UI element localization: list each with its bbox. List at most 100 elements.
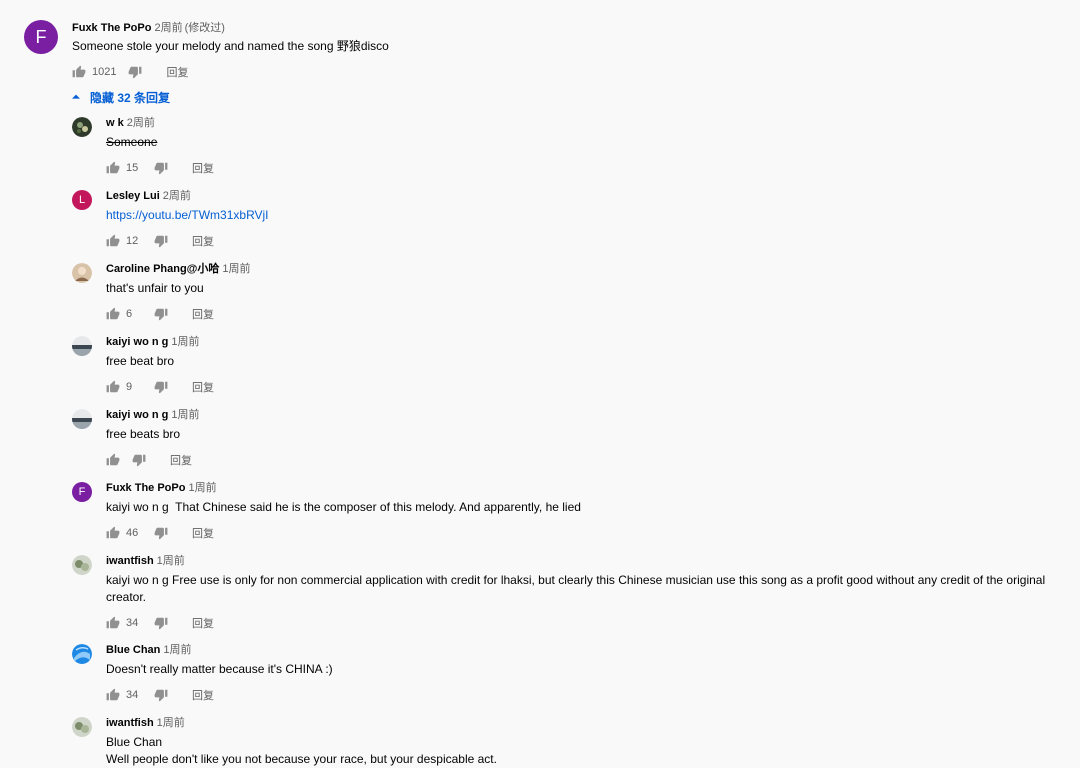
thumbs-up-icon[interactable]	[72, 65, 86, 79]
comment-body: iwantfish 1周前 kaiyi wo n g Free use is on…	[106, 553, 1056, 631]
caret-up-icon	[72, 94, 80, 99]
comment-author[interactable]: iwantfish	[106, 555, 154, 567]
like-count: 46	[126, 527, 139, 539]
reply-button[interactable]: 回复	[192, 687, 214, 703]
comment-author[interactable]: Fuxk The PoPo	[106, 482, 185, 494]
comment-actions: 15 回复	[106, 160, 1056, 176]
comment-body: w k 2周前 Someone 15 回复	[106, 115, 1056, 176]
comment-time[interactable]: 2周前	[163, 190, 191, 202]
comment-text: free beats bro	[106, 427, 181, 441]
reply-button[interactable]: 回复	[170, 452, 192, 468]
thumbs-down-icon[interactable]	[154, 616, 168, 630]
like-count: 34	[126, 617, 139, 629]
comment-actions: 回复	[106, 452, 1056, 468]
reply-button[interactable]: 回复	[192, 379, 214, 395]
thumbs-up-icon[interactable]	[106, 453, 120, 467]
thumbs-down-icon[interactable]	[128, 65, 142, 79]
comment-actions: 46 回复	[106, 525, 1056, 541]
comment-time[interactable]: 2周前	[127, 117, 155, 129]
comment-body: kaiyi wo n g 1周前 free beat bro 9 回复	[106, 334, 1056, 395]
comment-text-line: Blue Chan	[106, 735, 163, 749]
comment-time[interactable]: 1周前	[157, 717, 185, 729]
like-count: 15	[126, 162, 139, 174]
thumbs-up-icon[interactable]	[106, 380, 120, 394]
comment-author[interactable]: w k	[106, 117, 124, 129]
like-count: 6	[126, 308, 133, 320]
thumbs-up-icon[interactable]	[106, 688, 120, 702]
reply-button[interactable]: 回复	[192, 525, 214, 541]
comment-actions: 9 回复	[106, 379, 1056, 395]
thumbs-down-icon[interactable]	[154, 380, 168, 394]
comment-author[interactable]: Fuxk The PoPo	[72, 22, 151, 34]
comment-header: Lesley Lui 2周前	[106, 188, 1056, 204]
comment-time[interactable]: 1周前	[171, 409, 199, 421]
reply-button[interactable]: 回复	[192, 160, 214, 176]
hide-replies-label: 隐藏 32 条回复	[90, 90, 171, 105]
comment-text: kaiyi wo n g That Chinese said he is the…	[106, 500, 581, 514]
thumbs-up-icon[interactable]	[106, 616, 120, 630]
avatar[interactable]: L	[72, 190, 92, 210]
thumbs-down-icon[interactable]	[154, 688, 168, 702]
comment-text: Blue Chan Well people don't like you not…	[106, 734, 1056, 768]
avatar[interactable]	[72, 409, 92, 429]
comment-author[interactable]: Blue Chan	[106, 644, 160, 656]
comment-body: Lesley Lui 2周前 https://youtu.be/TWm31xbRV…	[106, 188, 1056, 249]
comment-text: Someone stole your melody and named the …	[72, 39, 389, 53]
comment-author[interactable]: Lesley Lui	[106, 190, 160, 202]
avatar[interactable]	[72, 644, 92, 664]
comment-body: Blue Chan 1周前 Doesn't really matter becau…	[106, 642, 1056, 703]
comment-header: Fuxk The PoPo 1周前	[106, 480, 1056, 496]
comment-header: w k 2周前	[106, 115, 1056, 131]
like-count: 9	[126, 381, 133, 393]
thumbs-up-icon[interactable]	[106, 234, 120, 248]
comment-text: Someone	[106, 135, 158, 149]
comment-text: Doesn't really matter because it's CHINA…	[106, 662, 333, 676]
comment-time[interactable]: 1周前	[188, 482, 216, 494]
comment-actions: 34 回复	[106, 687, 1056, 703]
comment-link[interactable]: https://youtu.be/TWm31xbRVjI	[106, 207, 1056, 224]
comment-text: kaiyi wo n g Free use is only for non co…	[106, 573, 1046, 604]
avatar[interactable]: F	[72, 482, 92, 502]
like-count: 34	[126, 689, 139, 701]
reply-button[interactable]: 回复	[192, 615, 214, 631]
comment-author[interactable]: iwantfish	[106, 717, 154, 729]
thumbs-down-icon[interactable]	[154, 526, 168, 540]
thumbs-up-icon[interactable]	[106, 307, 120, 321]
comment-time[interactable]: 1周前	[163, 644, 191, 656]
comment-header: iwantfish 1周前	[106, 715, 1056, 731]
avatar[interactable]: F	[24, 20, 58, 54]
comment-time[interactable]: 2周前	[154, 22, 182, 34]
thumbs-down-icon[interactable]	[132, 453, 146, 467]
thumbs-down-icon[interactable]	[154, 234, 168, 248]
thumbs-down-icon[interactable]	[154, 307, 168, 321]
comment-text-line: Well people don't like you not because y…	[106, 752, 497, 766]
avatar[interactable]	[72, 263, 92, 283]
avatar[interactable]	[72, 555, 92, 575]
comment-time[interactable]: 1周前	[157, 555, 185, 567]
thumbs-down-icon[interactable]	[154, 161, 168, 175]
comment-actions: 6 回复	[106, 306, 1056, 322]
avatar[interactable]	[72, 117, 92, 137]
comment-body: Caroline Phang@小哈 1周前 that's unfair to yo…	[106, 261, 1056, 322]
comment-author[interactable]: kaiyi wo n g	[106, 336, 168, 348]
like-count: 1021	[92, 66, 117, 78]
like-count: 12	[126, 235, 139, 247]
reply-button[interactable]: 回复	[166, 64, 188, 80]
comment-author[interactable]: kaiyi wo n g	[106, 409, 168, 421]
comment-actions: 34 回复	[106, 615, 1056, 631]
comment-author[interactable]: Caroline Phang@小哈	[106, 263, 219, 275]
comment-header: Caroline Phang@小哈 1周前	[106, 261, 1056, 277]
avatar[interactable]	[72, 336, 92, 356]
comment-body: Fuxk The PoPo 1周前 kaiyi wo n g That Chine…	[106, 480, 1056, 541]
comment-time[interactable]: 1周前	[222, 263, 250, 275]
thumbs-up-icon[interactable]	[106, 526, 120, 540]
comment-body: Fuxk The PoPo 2周前 (修改过) Someone stole your…	[72, 20, 1062, 80]
thumbs-up-icon[interactable]	[106, 161, 120, 175]
comment-time[interactable]: 1周前	[171, 336, 199, 348]
reply-button[interactable]: 回复	[192, 233, 214, 249]
reply-button[interactable]: 回复	[192, 306, 214, 322]
hide-replies-button[interactable]: 隐藏 32 条回复	[72, 89, 170, 105]
comment-text: that's unfair to you	[106, 281, 204, 295]
avatar[interactable]	[72, 717, 92, 737]
edited-label: (修改过)	[184, 22, 225, 34]
